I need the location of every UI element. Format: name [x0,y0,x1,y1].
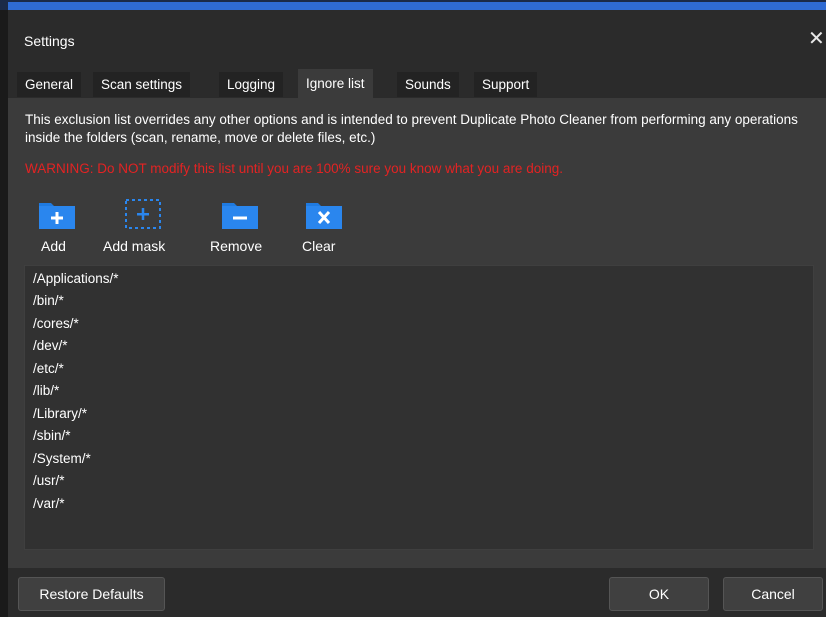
ok-button[interactable]: OK [609,577,709,611]
list-item[interactable]: /cores/* [33,316,79,331]
warning-text: WARNING: Do NOT modify this list until y… [25,161,563,176]
list-item[interactable]: /bin/* [33,293,64,308]
add-label: Add [41,238,66,254]
list-item[interactable]: /Applications/* [33,271,119,286]
folder-minus-icon [222,203,258,229]
cancel-button[interactable]: Cancel [723,577,823,611]
list-item[interactable]: /etc/* [33,361,64,376]
list-item[interactable]: /usr/* [33,473,65,488]
title-bar [8,28,826,62]
list-item[interactable]: /sbin/* [33,428,71,443]
remove-label: Remove [210,238,263,254]
background-window-header [8,2,826,10]
clear-label: Clear [302,238,336,254]
close-icon[interactable]: ✕ [808,29,825,49]
tab-sounds[interactable]: Sounds [397,72,459,97]
folder-x-icon [306,203,342,229]
tab-support[interactable]: Support [474,72,538,97]
folder-plus-icon [39,203,75,229]
list-item[interactable]: /System/* [33,451,91,466]
tab-ignore-list[interactable]: Ignore list [298,69,373,98]
list-item[interactable]: /dev/* [33,338,68,353]
add-mask-label: Add mask [103,238,166,254]
dialog-title: Settings [24,33,75,49]
list-item[interactable]: /Library/* [33,406,87,421]
restore-defaults-button[interactable]: Restore Defaults [18,577,165,611]
folder-mask-icon [125,199,161,229]
tab-logging[interactable]: Logging [219,72,284,97]
list-item[interactable]: /var/* [33,496,65,511]
tab-scan-settings[interactable]: Scan settings [93,72,191,97]
list-item[interactable]: /lib/* [33,383,59,398]
settings-dialog: Settings ✕ General Scan settings Logging… [8,10,826,617]
ignore-list[interactable]: /Applications/* /bin/* /cores/* /dev/* /… [24,265,814,550]
description-text: This exclusion list overrides any other … [25,112,798,145]
background-window-strip [0,0,826,10]
tab-general[interactable]: General [17,72,82,97]
